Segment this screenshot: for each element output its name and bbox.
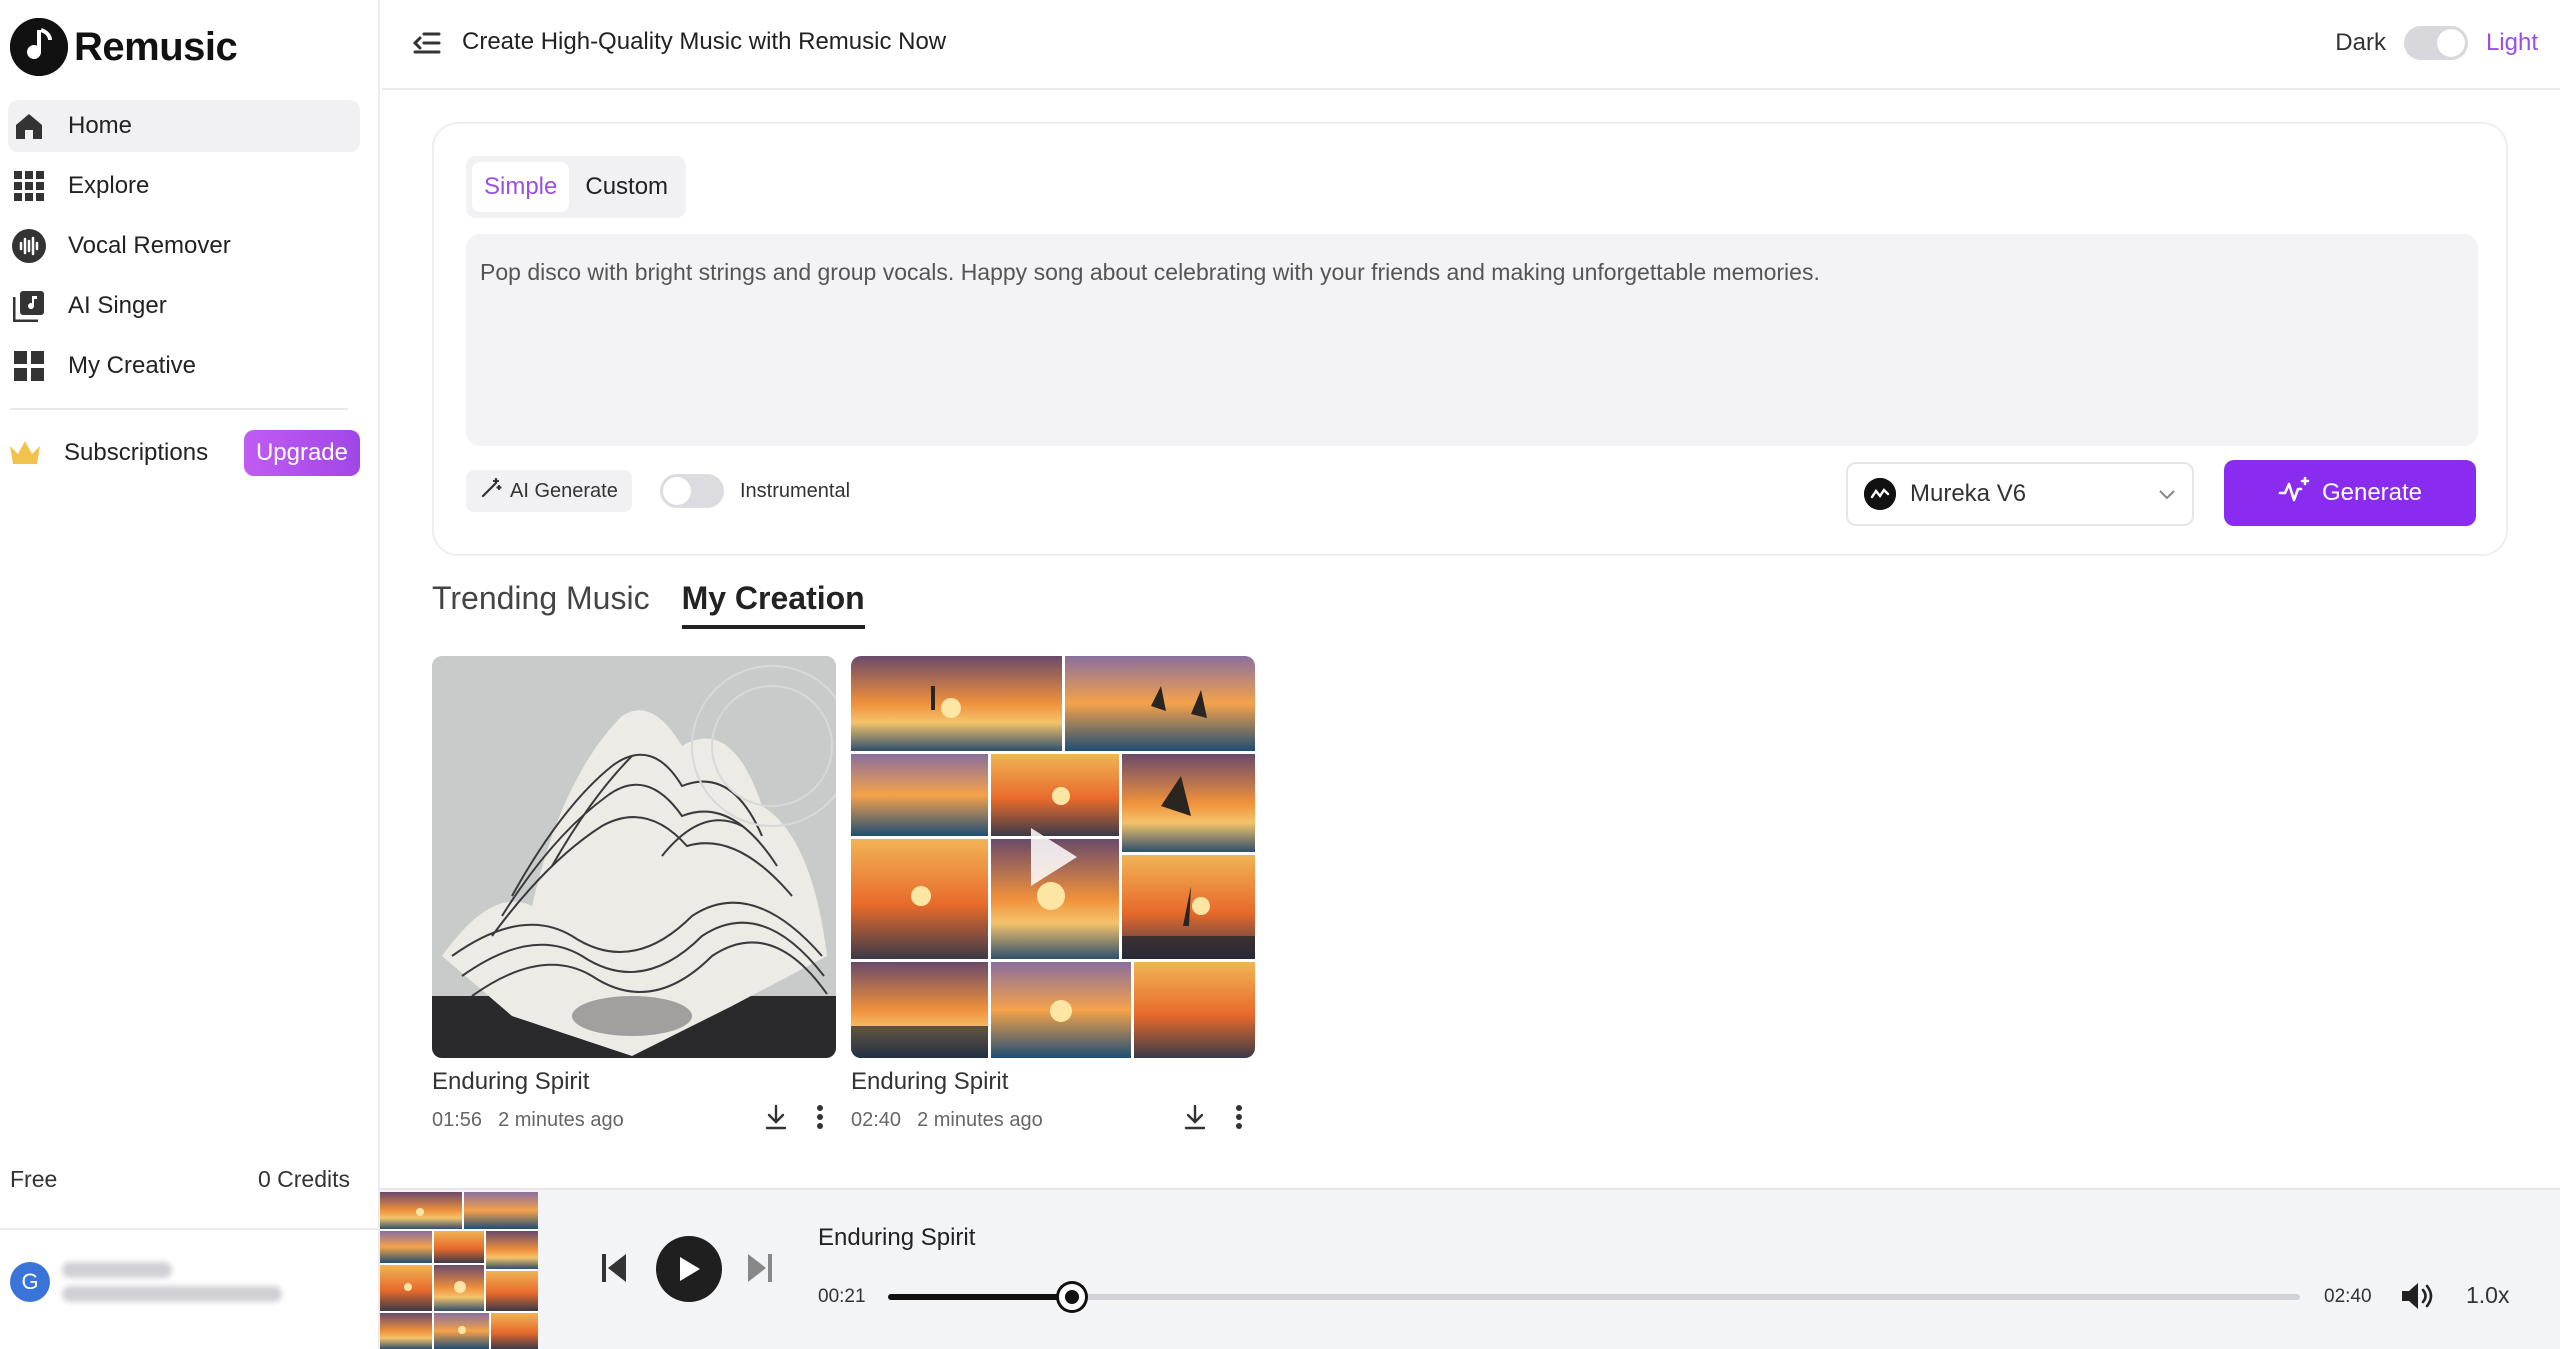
magic-wand-icon [480,477,502,505]
sidebar-item-label: Vocal Remover [68,232,231,259]
sidebar-item-subscriptions[interactable]: Subscriptions Upgrade [8,428,360,478]
subscriptions-label: Subscriptions [64,439,209,466]
dashboard-icon [12,349,46,383]
sidebar-item-label: Explore [68,172,150,199]
download-icon[interactable] [764,1104,788,1136]
play-icon [680,1257,700,1281]
play-button[interactable] [656,1236,722,1302]
logo-music-note-icon [10,18,68,76]
logo-text: Remusic [74,24,238,69]
ai-generate-label: AI Generate [510,479,618,502]
player-cover-art [380,1192,538,1349]
tab-my-creation[interactable]: My Creation [681,580,865,629]
generate-label: Generate [2321,479,2423,506]
volume-icon[interactable] [2400,1280,2436,1317]
avatar: G [10,1262,50,1302]
instrumental-toggle[interactable] [660,474,724,508]
blurred-user-info [62,1262,282,1302]
song-duration: 02:40 [851,1108,902,1131]
instrumental-control: Instrumental [660,474,850,508]
sidebar-divider [10,408,348,410]
next-track-icon[interactable] [746,1252,774,1289]
creation-card[interactable]: Enduring Spirit 02:40 2 minutes ago [851,656,1255,1136]
ai-generate-button[interactable]: AI Generate [466,470,632,512]
prompt-textarea[interactable]: Pop disco with bright strings and group … [466,234,2478,446]
home-icon [12,109,46,143]
sidebar-item-label: AI Singer [68,292,167,319]
progress-fill [888,1294,1072,1300]
total-time: 02:40 [2324,1286,2372,1307]
crown-icon [8,436,42,470]
sidebar-item-vocal-remover[interactable]: Vocal Remover [8,220,360,272]
cover-art-sunset-collage[interactable] [851,656,1255,1058]
theme-light-label[interactable]: Light [2486,29,2538,57]
song-meta: 01:56 2 minutes ago [432,1104,836,1136]
composer-card: Simple Custom Pop disco with bright stri… [432,122,2508,556]
more-options-icon[interactable] [1235,1104,1243,1136]
sidebar-item-explore[interactable]: Explore [8,160,360,212]
progress-handle[interactable] [1058,1284,1085,1310]
tab-simple[interactable]: Simple [472,162,570,212]
sidebar-item-ai-singer[interactable]: AI Singer [8,280,360,332]
play-overlay-icon[interactable] [1023,822,1083,892]
card-actions [1183,1104,1243,1136]
theme-dark-label[interactable]: Dark [2335,29,2386,57]
playback-speed[interactable]: 1.0x [2466,1282,2509,1309]
collapse-sidebar-icon[interactable] [412,28,444,60]
song-title[interactable]: Enduring Spirit [851,1068,1255,1096]
creation-card[interactable]: Enduring Spirit 01:56 2 minutes ago [432,656,836,1136]
generate-button[interactable]: Generate [2224,460,2476,526]
card-actions [764,1104,824,1136]
credits-count: 0 Credits [257,1166,350,1192]
progress-bar[interactable] [888,1284,2300,1310]
music-library-icon [12,289,46,323]
song-title[interactable]: Enduring Spirit [432,1068,836,1096]
plan-label: Free [10,1166,58,1192]
waveform-icon [12,229,46,263]
more-options-icon[interactable] [816,1104,824,1136]
mode-tabs: Simple Custom [466,156,687,218]
user-profile[interactable]: G [10,1262,282,1302]
tab-trending-music[interactable]: Trending Music [432,580,650,629]
song-age: 2 minutes ago [498,1108,624,1131]
tab-custom[interactable]: Custom [573,162,680,212]
sidebar-item-label: My Creative [68,352,197,379]
audio-player: Enduring Spirit 00:21 02:40 1.0x [380,1188,2560,1349]
model-name: Mureka V6 [1910,480,2027,507]
model-select[interactable]: Mureka V6 [1846,462,2194,526]
sidebar: Remusic Home Explore Vocal Remover AI Si… [0,0,380,1349]
upgrade-button[interactable]: Upgrade [243,430,360,476]
sidebar-item-home[interactable]: Home [8,100,360,152]
theme-switch: Dark Light [2335,26,2538,60]
page-title: Create High-Quality Music with Remusic N… [462,28,947,55]
sidebar-item-my-creative[interactable]: My Creative [8,340,360,392]
plan-credits: Free 0 Credits [10,1166,350,1193]
sidebar-bottom-divider [0,1228,378,1230]
sidebar-nav: Home Explore Vocal Remover AI Singer My … [8,100,360,400]
logo[interactable]: Remusic [10,18,238,76]
song-age: 2 minutes ago [917,1108,1043,1131]
instrumental-label: Instrumental [740,479,851,502]
grid-icon [12,169,46,203]
current-time: 00:21 [818,1286,866,1307]
section-tabs: Trending Music My Creation [432,580,865,629]
previous-track-icon[interactable] [600,1252,628,1289]
song-duration: 01:56 [432,1108,483,1131]
chevron-down-icon [2158,480,2176,508]
download-icon[interactable] [1183,1104,1207,1136]
sparkle-wave-icon [2278,476,2312,511]
song-meta: 02:40 2 minutes ago [851,1104,1255,1136]
mureka-logo-icon [1864,478,1896,510]
cover-art-wave-mountains[interactable] [432,656,836,1058]
player-track-title: Enduring Spirit [818,1224,976,1251]
theme-toggle[interactable] [2403,26,2468,60]
sidebar-item-label: Home [68,112,133,139]
top-header: Create High-Quality Music with Remusic N… [382,0,2560,90]
